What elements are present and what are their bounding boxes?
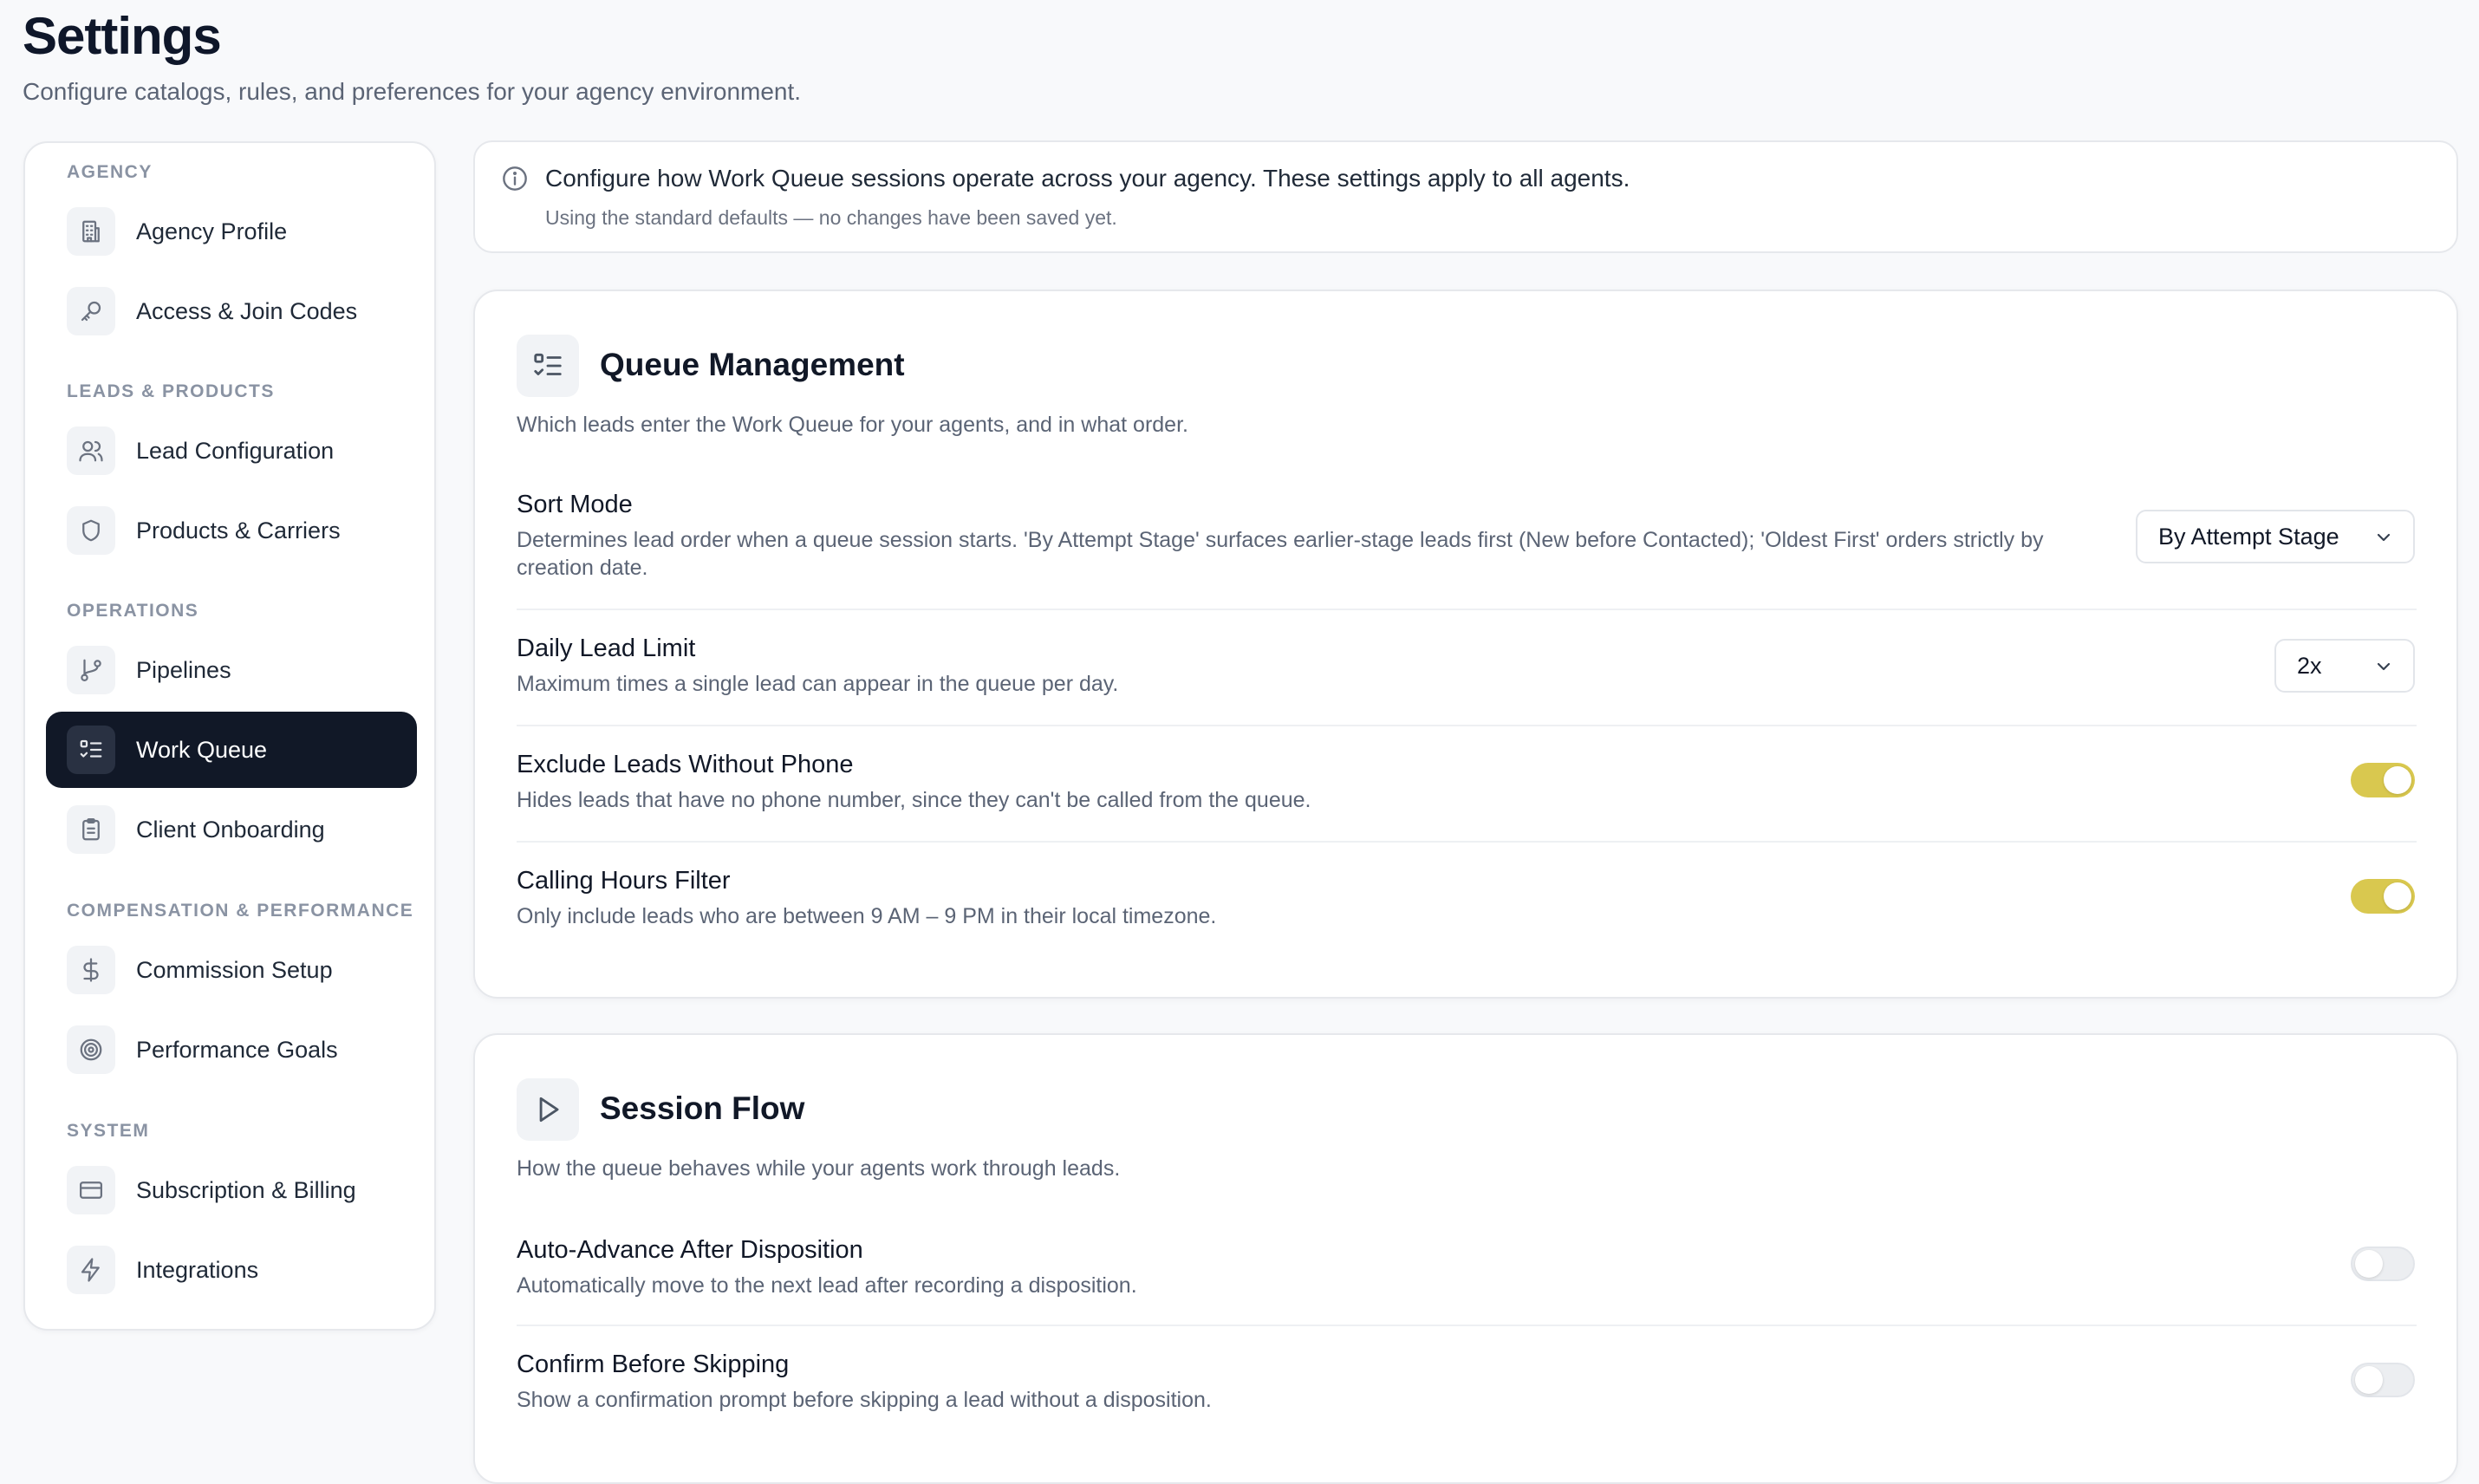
play-icon (517, 1078, 579, 1141)
page-header: Settings Configure catalogs, rules, and … (23, 5, 801, 106)
setting-description: Hides leads that have no phone number, s… (517, 788, 1311, 812)
dollar-icon (67, 946, 115, 994)
chevron-down-icon (2373, 527, 2394, 548)
list-checks-icon (517, 335, 579, 397)
setting-title: Daily Lead Limit (517, 635, 696, 662)
card-title: Session Flow (600, 1090, 805, 1126)
info-status: Using the standard defaults — no changes… (545, 206, 1117, 229)
section-label-leads-products: LEADS & PRODUCTS (67, 381, 275, 401)
sidebar-item-subscription-billing[interactable]: Subscription & Billing (46, 1152, 417, 1228)
divider (517, 841, 2417, 843)
sidebar-item-pipelines[interactable]: Pipelines (46, 632, 417, 708)
setting-description: Maximum times a single lead can appear i… (517, 672, 1119, 696)
sidebar-item-label: Work Queue (136, 736, 268, 763)
setting-row-confirm-skip: Confirm Before Skipping Show a confirmat… (517, 1351, 2417, 1414)
sidebar-item-label: Client Onboarding (136, 816, 325, 843)
settings-sidebar: AGENCY Agency Profile Access & Join Code… (23, 141, 436, 1331)
sidebar-item-label: Access & Join Codes (136, 297, 358, 324)
sidebar-item-lead-configuration[interactable]: Lead Configuration (46, 413, 417, 489)
setting-title: Confirm Before Skipping (517, 1351, 790, 1378)
section-label-compensation: COMPENSATION & PERFORMANCE (67, 901, 414, 921)
sidebar-item-label: Agency Profile (136, 218, 288, 244)
daily-lead-limit-value: 2x (2297, 652, 2322, 679)
auto-advance-toggle[interactable] (2351, 1246, 2415, 1281)
setting-description: Show a confirmation prompt before skippi… (517, 1388, 1212, 1412)
daily-lead-limit-select[interactable]: 2x (2274, 639, 2415, 693)
sidebar-item-performance-goals[interactable]: Performance Goals (46, 1012, 417, 1088)
info-icon (501, 165, 529, 192)
sidebar-item-label: Commission Setup (136, 956, 333, 983)
section-label-operations: OPERATIONS (67, 601, 199, 621)
page-title: Settings (23, 7, 222, 65)
toggle-knob (2384, 766, 2411, 794)
clipboard-icon (67, 805, 115, 854)
page-subtitle: Configure catalogs, rules, and preferenc… (23, 78, 802, 105)
confirm-skip-toggle[interactable] (2351, 1363, 2415, 1397)
session-flow-card: Session Flow How the queue behaves while… (473, 1033, 2458, 1484)
sidebar-item-integrations[interactable]: Integrations (46, 1232, 417, 1308)
card-description: Which leads enter the Work Queue for you… (517, 413, 1188, 437)
sidebar-item-label: Lead Configuration (136, 437, 335, 464)
shield-icon (67, 506, 115, 555)
setting-description: Determines lead order when a queue sessi… (517, 528, 2044, 580)
credit-card-icon (67, 1166, 115, 1214)
card-description: How the queue behaves while your agents … (517, 1156, 1121, 1181)
sidebar-item-work-queue[interactable]: Work Queue (46, 712, 417, 788)
toggle-knob (2355, 1250, 2383, 1278)
divider (517, 1325, 2417, 1326)
key-icon (67, 287, 115, 335)
sidebar-item-client-onboarding[interactable]: Client Onboarding (46, 791, 417, 868)
info-message: Configure how Work Queue sessions operat… (545, 165, 1630, 192)
sidebar-item-commission-setup[interactable]: Commission Setup (46, 932, 417, 1008)
sidebar-item-label: Subscription & Billing (136, 1176, 356, 1203)
exclude-no-phone-toggle[interactable] (2351, 763, 2415, 797)
setting-title: Sort Mode (517, 491, 633, 518)
setting-row-auto-advance: Auto-Advance After Disposition Automatic… (517, 1236, 2417, 1299)
target-icon (67, 1025, 115, 1074)
toggle-knob (2384, 882, 2411, 910)
divider (517, 609, 2417, 610)
divider (517, 725, 2417, 726)
building-icon (67, 207, 115, 256)
zap-icon (67, 1246, 115, 1294)
queue-management-card: Queue Management Which leads enter the W… (473, 290, 2458, 999)
card-title: Queue Management (600, 347, 905, 382)
setting-description: Automatically move to the next lead afte… (517, 1273, 1137, 1298)
sidebar-item-label: Integrations (136, 1256, 259, 1283)
calling-hours-toggle[interactable] (2351, 879, 2415, 914)
setting-row-calling-hours: Calling Hours Filter Only include leads … (517, 867, 2417, 930)
list-checks-icon (67, 726, 115, 774)
chevron-down-icon (2373, 656, 2394, 677)
sidebar-item-products-carriers[interactable]: Products & Carriers (46, 492, 417, 569)
toggle-knob (2355, 1366, 2383, 1394)
setting-row-daily-lead-limit: Daily Lead Limit Maximum times a single … (517, 635, 2417, 698)
setting-row-exclude-no-phone: Exclude Leads Without Phone Hides leads … (517, 751, 2417, 814)
info-banner: Configure how Work Queue sessions operat… (473, 140, 2458, 253)
sidebar-item-label: Products & Carriers (136, 517, 341, 543)
sidebar-item-access-join-codes[interactable]: Access & Join Codes (46, 273, 417, 349)
setting-description: Only include leads who are between 9 AM … (517, 904, 1217, 928)
sidebar-item-label: Performance Goals (136, 1036, 338, 1063)
git-branch-icon (67, 646, 115, 694)
setting-row-sort-mode: Sort Mode Determines lead order when a q… (517, 491, 2417, 582)
setting-title: Calling Hours Filter (517, 867, 731, 895)
setting-title: Auto-Advance After Disposition (517, 1236, 863, 1264)
sidebar-item-label: Pipelines (136, 656, 231, 683)
sort-mode-select[interactable]: By Attempt Stage (2136, 510, 2415, 563)
section-label-agency: AGENCY (67, 162, 153, 182)
section-label-system: SYSTEM (67, 1121, 150, 1141)
sort-mode-value: By Attempt Stage (2158, 523, 2339, 550)
sidebar-item-agency-profile[interactable]: Agency Profile (46, 193, 417, 270)
users-icon (67, 426, 115, 475)
setting-title: Exclude Leads Without Phone (517, 751, 854, 778)
